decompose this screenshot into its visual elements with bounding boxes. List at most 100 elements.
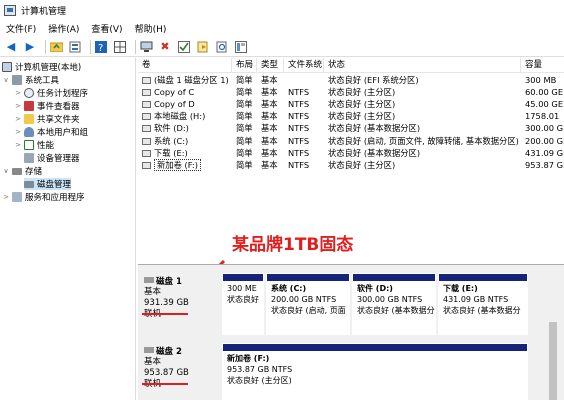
table-row[interactable]: 系统 (C:) 简单 基本 NTFS 状态良好 (启动, 页面文件, 故障转储, 基本数… xyxy=(138,135,564,147)
forward-icon[interactable]: ▶ xyxy=(23,40,37,54)
cell-capacity: 953.87 GE xyxy=(525,159,564,170)
help-icon[interactable]: ? xyxy=(94,40,108,54)
users-icon xyxy=(24,127,34,137)
menu-help[interactable]: 帮助(H) xyxy=(135,22,167,35)
disk-label[interactable]: 磁盘 1基本931.39 GB联机 xyxy=(138,273,220,339)
connect-icon[interactable] xyxy=(139,40,153,54)
tree-label: 任务计划程序 xyxy=(37,89,89,99)
table-row[interactable]: 本地磁盘 (H:) 简单 基本 NTFS 状态良好 (主分区) 1758.01 xyxy=(138,110,564,122)
volume-name: 系统 (C:) xyxy=(154,135,189,146)
disk-label[interactable]: 磁盘 2基本953.87 GB联机 xyxy=(138,343,220,400)
menu-action[interactable]: 操作(A) xyxy=(48,22,79,35)
chevron-down-icon[interactable]: ∨ xyxy=(2,76,10,84)
volume-icon xyxy=(142,89,151,97)
services-icon xyxy=(12,192,22,202)
volume-icon xyxy=(142,77,151,84)
search-icon[interactable] xyxy=(215,40,229,54)
tools-icon xyxy=(12,75,22,85)
cell-filesystem: NTFS xyxy=(288,123,310,134)
table-row[interactable]: Copy of D 简单 基本 NTFS 状态良好 (主分区) 45.00 GE xyxy=(138,98,564,110)
chevron-right-icon[interactable]: > xyxy=(2,193,10,201)
cell-status: 状态良好 (启动, 页面文件, 故障转储, 基本数据分区) xyxy=(328,135,519,146)
cell-layout: 简单 xyxy=(236,159,253,170)
scrollbar-thumb[interactable] xyxy=(549,322,557,400)
cell-filesystem: NTFS xyxy=(288,87,310,98)
partition-block[interactable]: 系统 (C:) 200.00 GB NTFS 状态良好 (启动, 页面 xyxy=(266,273,350,335)
folder-up-icon[interactable] xyxy=(49,40,63,54)
disk-icon xyxy=(24,180,34,188)
chevron-right-icon[interactable]: > xyxy=(14,141,22,149)
chevron-down-icon[interactable]: ∨ xyxy=(2,167,10,175)
tree-item-performance[interactable]: > 性能 xyxy=(14,139,54,151)
partition-bar: 新加卷 (F:) 953.87 GB NTFS 状态良好 (主分区) xyxy=(222,343,530,400)
layout-icon[interactable] xyxy=(234,40,248,54)
chevron-right-icon[interactable]: > xyxy=(14,89,22,97)
open-icon[interactable] xyxy=(196,40,210,54)
tree-item-disk-management[interactable]: 磁盘管理 xyxy=(24,178,72,190)
toolbar: ◀ ▶ ? ✖ xyxy=(0,37,564,57)
cell-volume: (磁盘 1 磁盘分区 1) xyxy=(138,74,232,86)
volume-name: (磁盘 1 磁盘分区 1) xyxy=(154,75,229,85)
partition-block[interactable]: 300 ME 状态良好 xyxy=(222,273,264,335)
volume-icon xyxy=(142,149,151,157)
tree-label: 设备管理器 xyxy=(37,154,80,164)
cell-volume: Copy of D xyxy=(138,98,232,110)
tree-item-task-scheduler[interactable]: > 任务计划程序 xyxy=(14,87,88,99)
back-icon[interactable]: ◀ xyxy=(4,40,18,54)
performance-icon xyxy=(24,140,34,150)
tree-label: 本地用户和组 xyxy=(37,128,89,138)
tree-label: 性能 xyxy=(37,141,55,151)
cell-status: 状态良好 (主分区) xyxy=(328,111,396,122)
cell-layout: 简单 xyxy=(236,75,253,85)
cell-capacity: 45.00 GE xyxy=(525,99,564,110)
svg-text:?: ? xyxy=(98,43,103,53)
tree-item-event-viewer[interactable]: > 事件查看器 xyxy=(14,100,80,112)
column-header-volume[interactable]: 卷 xyxy=(138,58,232,73)
partition-block[interactable]: 新加卷 (F:) 953.87 GB NTFS 状态良好 (主分区) xyxy=(222,343,528,400)
cell-filesystem: NTFS xyxy=(288,135,310,146)
tree-item-storage[interactable]: ∨ 存储 xyxy=(2,165,42,177)
table-row[interactable]: 下载 (E:) 简单基本 NTFS 状态良好 (基本数据分区) 431.09 GE xyxy=(138,147,564,159)
cell-type: 基本 xyxy=(261,159,278,170)
tree-label: 服务和应用程序 xyxy=(25,193,85,203)
tree-label: 磁盘管理 xyxy=(37,180,72,190)
volume-name: 软件 (D:) xyxy=(154,123,189,134)
toolbar-separator xyxy=(90,39,91,54)
checklist-icon[interactable] xyxy=(177,40,191,54)
column-header-status[interactable]: 状态 xyxy=(324,58,521,73)
partition-block[interactable]: 下载 (E:) 431.09 GB NTFS 状态良好 (基本数据分 xyxy=(438,273,528,335)
partition-size: 300 ME xyxy=(227,284,257,293)
table-row[interactable]: 软件 (D:) 简单基本 NTFS 状态良好 (基本数据分区) 300.00 GE xyxy=(138,122,564,134)
delete-icon[interactable]: ✖ xyxy=(158,40,172,54)
column-header-type[interactable]: 类型 xyxy=(257,58,284,73)
column-header-capacity[interactable]: 容量 xyxy=(521,58,564,73)
tree-item-device-manager[interactable]: 设备管理器 xyxy=(24,152,80,164)
column-header-filesystem[interactable]: 文件系统 xyxy=(284,58,324,73)
size-underline xyxy=(142,313,188,315)
tree-item-services-applications[interactable]: > 服务和应用程序 xyxy=(2,191,85,203)
cell-type: 基本 xyxy=(261,147,278,158)
partition-block[interactable]: 软件 (D:) 300.00 GB NTFS 状态良好 (基本数据分 xyxy=(352,273,436,335)
chevron-right-icon[interactable]: > xyxy=(14,128,22,136)
chevron-right-icon[interactable]: > xyxy=(14,102,22,110)
properties-icon[interactable] xyxy=(68,40,82,54)
chevron-right-icon[interactable]: > xyxy=(14,115,22,123)
menu-file[interactable]: 文件(F) xyxy=(6,22,36,35)
table-row[interactable]: (磁盘 1 磁盘分区 1) 简单 基本 状态良好 (EFI 系统分区) 300 MB xyxy=(138,74,564,86)
disk-map-scrollbar[interactable] xyxy=(548,276,558,400)
tree-item-shared-folders[interactable]: > 共享文件夹 xyxy=(14,113,80,125)
cell-type: 基本 xyxy=(261,111,278,122)
column-header-layout[interactable]: 布局 xyxy=(232,58,257,73)
table-row[interactable]: Copy of C 简单 基本 NTFS 状态良好 (主分区) 60.00 GE xyxy=(138,86,564,98)
grid-icon[interactable] xyxy=(113,40,127,54)
partition-bar: 300 ME 状态良好 系统 (C:) 200.00 GB NTFS 状态良好 (启动,… xyxy=(222,273,530,335)
table-row[interactable]: 新加卷 (F:) 简单基本 NTFS 状态良好 (主分区) 953.87 GE xyxy=(138,158,564,171)
partition-size: 953.87 GB NTFS xyxy=(227,365,293,374)
cell-status: 状态良好 (主分区) xyxy=(328,159,396,170)
menu-view[interactable]: 查看(V) xyxy=(91,22,122,35)
cell-volume: 本地磁盘 (H:) xyxy=(138,110,232,122)
cell-status: 状态良好 (基本数据分区) xyxy=(328,123,421,134)
tree-item-computer-management[interactable]: 计算机管理(本地) xyxy=(2,61,81,73)
tree-item-local-users-groups[interactable]: > 本地用户和组 xyxy=(14,126,88,138)
tree-item-system-tools[interactable]: ∨ 系统工具 xyxy=(2,74,59,86)
